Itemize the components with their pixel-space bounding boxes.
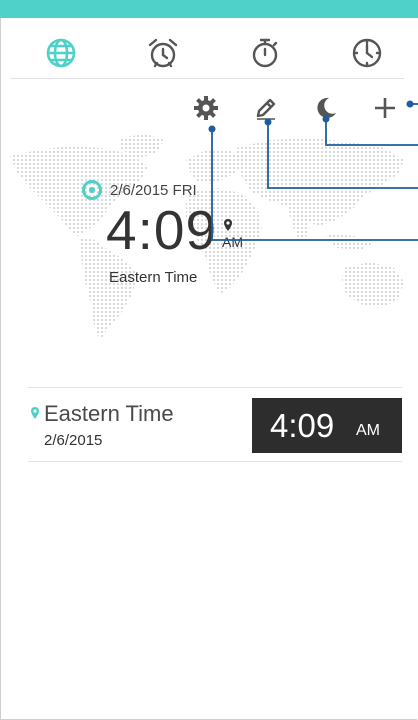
- current-date-line: 2/6/2015 FRI: [82, 180, 197, 200]
- plus-icon: [375, 98, 395, 118]
- list-divider-top: [28, 387, 402, 388]
- status-bar: [0, 0, 418, 18]
- city-time-panel: 4:09 AM: [252, 398, 402, 453]
- location-target-icon: [82, 180, 102, 200]
- map-pin-icon: [31, 407, 39, 419]
- action-bar: [0, 92, 418, 128]
- alarm-clock-icon: [148, 38, 178, 68]
- globe-icon: [46, 38, 76, 68]
- add-city-button[interactable]: [369, 92, 401, 124]
- tabs-divider: [10, 78, 404, 79]
- tab-world-clock[interactable]: [31, 26, 91, 80]
- current-time: 4:09: [106, 199, 218, 261]
- list-divider-bottom: [28, 461, 402, 462]
- tab-alarm[interactable]: [133, 26, 193, 80]
- tab-timer[interactable]: [337, 26, 397, 80]
- city-time: 4:09: [270, 407, 335, 444]
- map-pin-icon: [224, 219, 232, 231]
- stopwatch-icon: [252, 38, 278, 68]
- night-mode-button[interactable]: [310, 92, 342, 124]
- current-date: 2/6/2015 FRI: [110, 181, 197, 199]
- list-item[interactable]: Eastern Time 2/6/2015 4:09 AM: [28, 390, 402, 460]
- tab-bar: [0, 26, 418, 80]
- city-date: 2/6/2015: [44, 432, 103, 449]
- moon-icon: [317, 97, 336, 118]
- current-ampm: AM: [222, 234, 243, 250]
- city-name: Eastern Time: [44, 401, 174, 426]
- settings-button[interactable]: [190, 92, 222, 124]
- city-ampm: AM: [356, 422, 380, 439]
- edit-button[interactable]: [250, 92, 282, 124]
- tab-stopwatch[interactable]: [235, 26, 295, 80]
- timer-icon: [352, 38, 382, 68]
- current-zone: Eastern Time: [109, 269, 198, 286]
- pencil-icon: [256, 98, 276, 120]
- main-clock: 2/6/2015 FRI 4:09 AM Eastern Time: [82, 180, 312, 300]
- gear-icon: [194, 96, 218, 120]
